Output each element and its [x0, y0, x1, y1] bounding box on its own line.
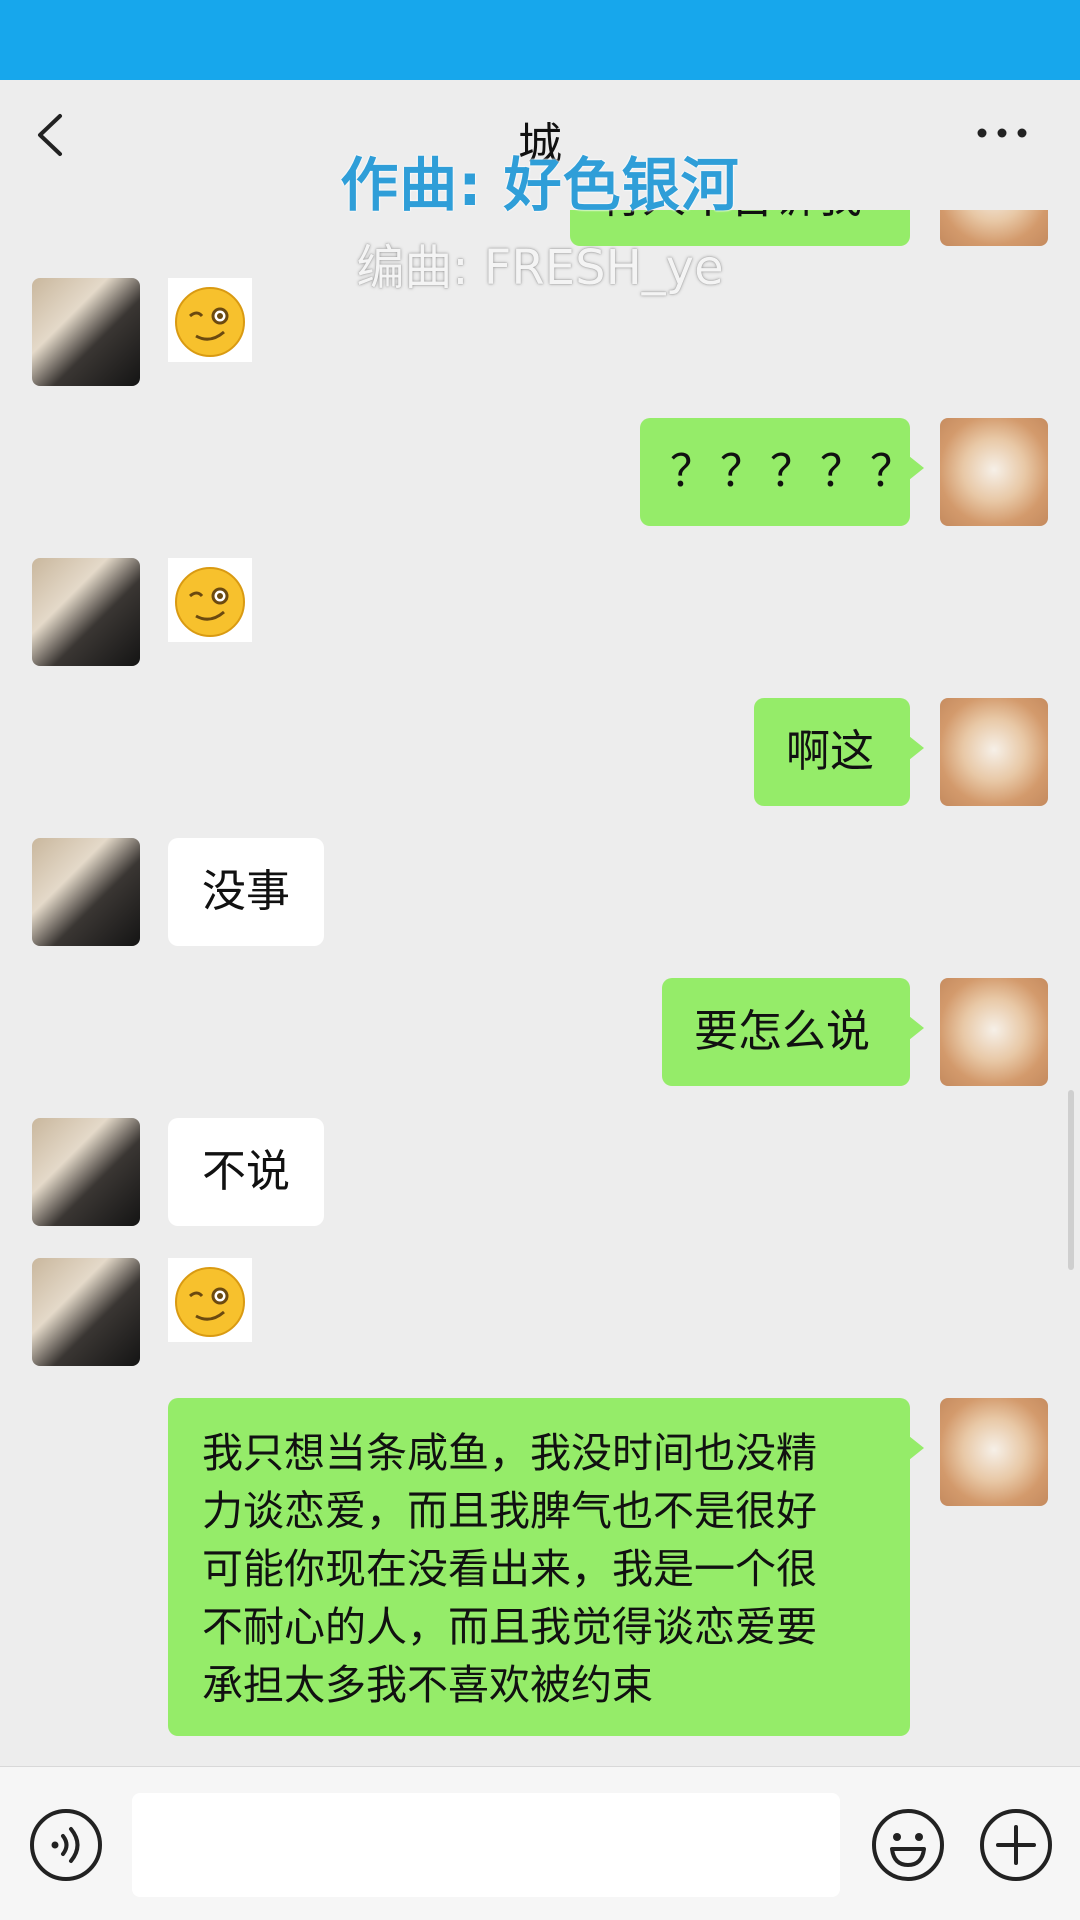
scrollbar[interactable]: [1068, 1090, 1074, 1270]
message-text: 要怎么说: [694, 1006, 870, 1057]
avatar-self[interactable]: [940, 978, 1048, 1086]
message-bubble[interactable]: 不说: [168, 1118, 324, 1226]
status-bar: [0, 0, 1080, 80]
smirk-emoji-sticker[interactable]: [168, 558, 252, 642]
message-text: ？？？？？: [670, 446, 920, 497]
voice-icon[interactable]: [28, 1807, 104, 1883]
message-text-line: 承担太多我不喜欢被约束: [202, 1661, 653, 1709]
smirk-emoji-sticker[interactable]: [168, 1258, 252, 1342]
avatar-contact[interactable]: [32, 1118, 140, 1226]
avatar-contact[interactable]: [32, 1258, 140, 1366]
message-bubble[interactable]: 我只想当条咸鱼，我没时间也没精 力谈恋爱，而且我脾气也不是很好 可能你现在没看出…: [168, 1398, 924, 1736]
message-bubble[interactable]: 啊这: [754, 698, 924, 806]
message-text: 没事: [202, 866, 290, 917]
chat-screen: 城 有人不告诉我 城: [0, 0, 1080, 1920]
message-text-line: 不耐心的人，而且我觉得谈恋爱要: [202, 1603, 817, 1651]
message-text-line: 可能你现在没看出来，我是一个很: [202, 1545, 817, 1593]
message-text-line: 我只想当条咸鱼，我没时间也没精: [202, 1429, 817, 1477]
message-text-line: 力谈恋爱，而且我脾气也不是很好: [202, 1487, 817, 1535]
message-input[interactable]: [132, 1793, 840, 1897]
message-text: 不说: [202, 1146, 290, 1197]
avatar-self[interactable]: [940, 1398, 1048, 1506]
plus-icon[interactable]: [978, 1807, 1054, 1883]
message-bubble[interactable]: 没事: [168, 838, 324, 946]
avatar-self[interactable]: [940, 418, 1048, 526]
emoji-icon[interactable]: [870, 1807, 946, 1883]
avatar-contact[interactable]: [32, 838, 140, 946]
avatar-self[interactable]: [940, 698, 1048, 806]
lyric-overlay-arranger: 编曲: FRESH_ye: [356, 240, 724, 296]
input-bar: [0, 1766, 1080, 1920]
message-text: 啊这: [786, 726, 874, 777]
message-bubble[interactable]: ？？？？？: [640, 418, 924, 526]
message-bubble[interactable]: 要怎么说: [662, 978, 924, 1086]
avatar-contact[interactable]: [32, 558, 140, 666]
lyric-overlay-composer: 作曲: 好色银河: [340, 151, 740, 219]
